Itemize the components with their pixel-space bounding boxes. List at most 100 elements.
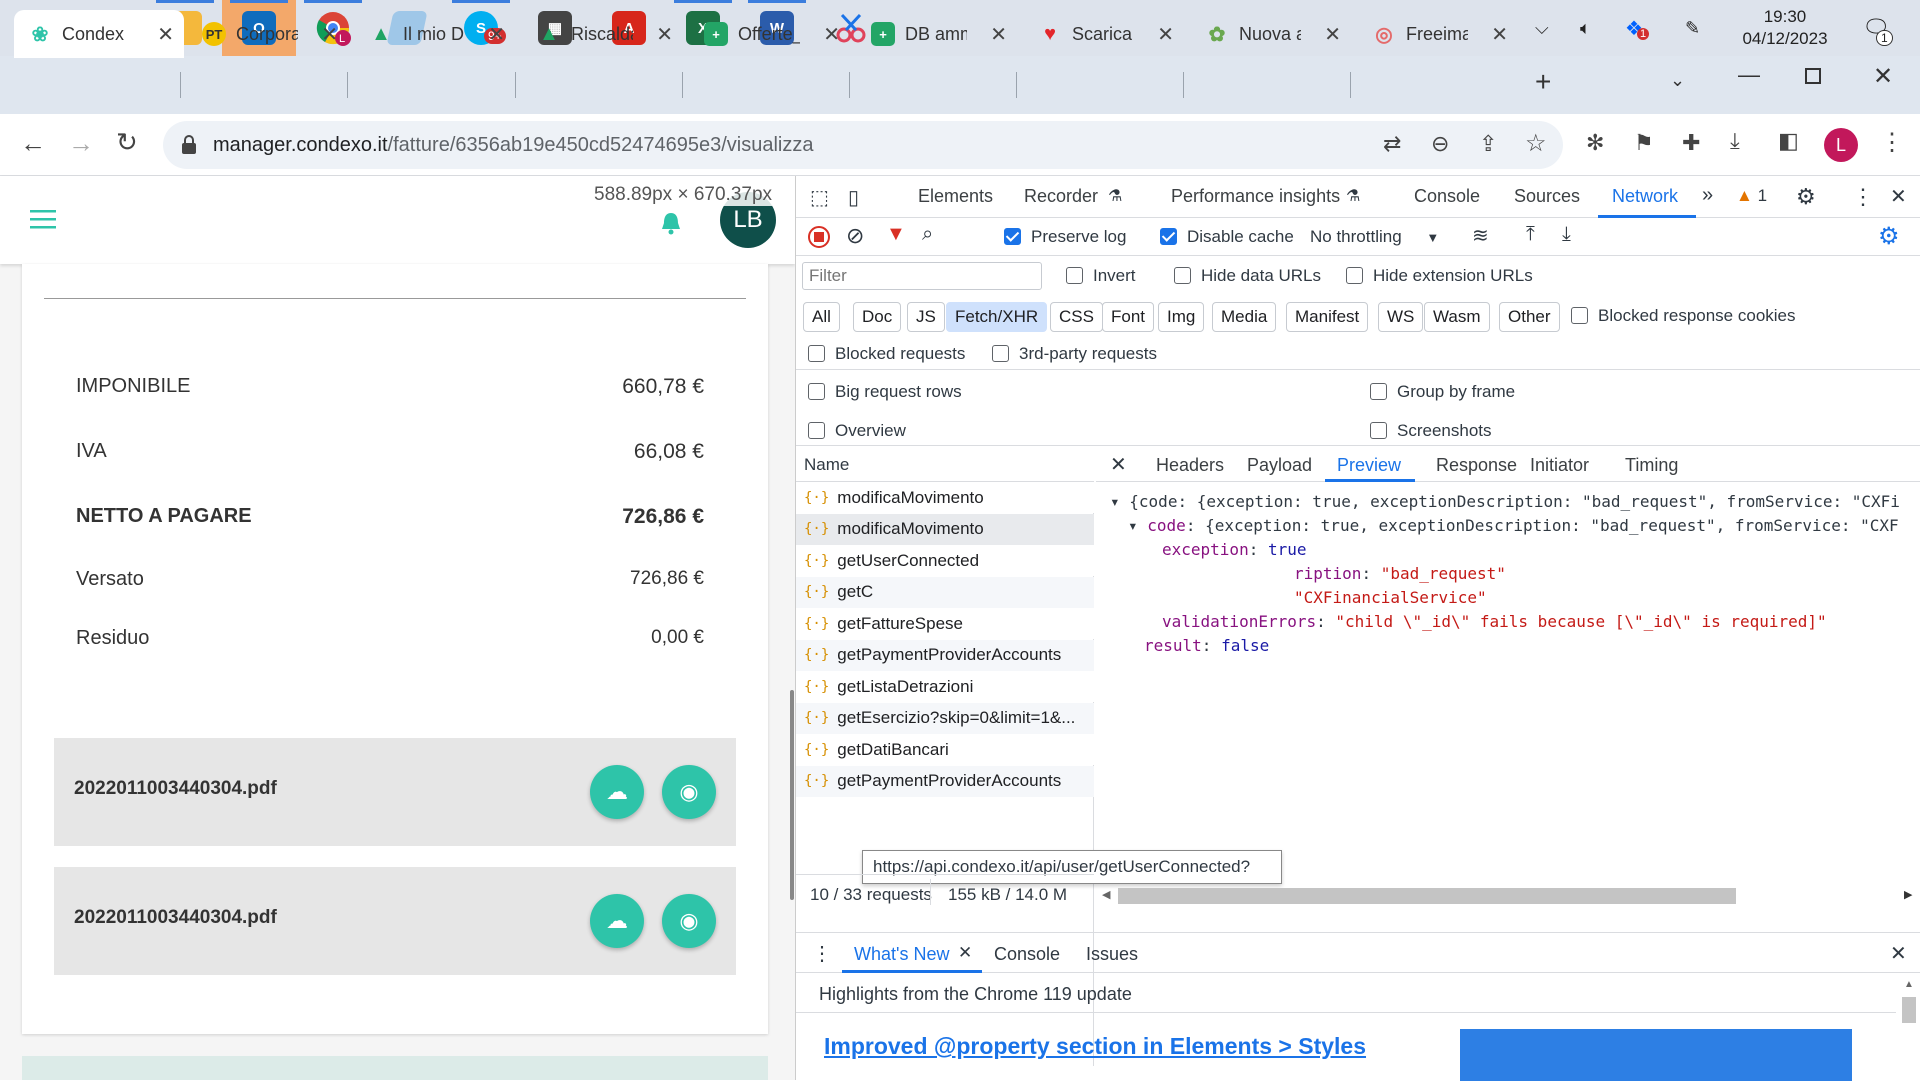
forward-icon[interactable]: → [68, 128, 94, 159]
side-panel-icon[interactable]: ◧ [1778, 128, 1799, 154]
browser-tab[interactable]: + Offerte_ ✕ [690, 10, 850, 58]
settings-gear-icon[interactable]: ⚙ [1796, 184, 1816, 210]
browser-tab[interactable]: ▲ Il mio Drive ✕ [355, 10, 515, 58]
request-row[interactable]: {·} getPaymentProviderAccounts [796, 765, 1094, 797]
download-button[interactable]: ☁ [590, 765, 644, 819]
resize-handle[interactable] [790, 690, 794, 900]
chrome-menu-icon[interactable]: ⋮ [1880, 128, 1904, 157]
detail-tab[interactable]: Payload [1247, 455, 1312, 476]
drawer-tab-console[interactable]: Console [994, 944, 1060, 965]
group-by-frame-checkbox[interactable]: Group by frame [1370, 382, 1515, 402]
download-har-icon[interactable]: ⤓ [1562, 223, 1571, 246]
tab-network[interactable]: Network [1612, 186, 1678, 207]
close-tab-icon[interactable]: ✕ [823, 22, 840, 47]
tab-search-chevron-icon[interactable]: ⌄ [1670, 70, 1685, 91]
detail-tab[interactable]: Timing [1625, 455, 1678, 476]
warning-icon[interactable]: ▲ 1 [1736, 186, 1767, 206]
scrollbar-thumb[interactable] [1118, 888, 1736, 904]
reload-icon[interactable]: ↻ [116, 127, 138, 158]
overview-checkbox[interactable]: Overview [808, 421, 906, 441]
type-filter-chip[interactable]: Other [1499, 302, 1560, 332]
close-drawer-icon[interactable]: ✕ [1890, 941, 1907, 966]
back-icon[interactable]: ← [20, 128, 46, 159]
throttling-select[interactable]: No throttling ▼ [1310, 227, 1439, 247]
clock[interactable]: 19:30 04/12/2023 [1730, 6, 1840, 50]
whats-new-headline-link[interactable]: Improved @property section in Elements >… [824, 1033, 1366, 1060]
close-tab-icon[interactable]: ✕ [1157, 22, 1174, 47]
minimize-button[interactable]: — [1738, 62, 1760, 88]
horizontal-scrollbar[interactable]: ◀ ▶ [1096, 884, 1920, 906]
tab-console[interactable]: Console [1414, 186, 1480, 207]
big-request-rows-checkbox[interactable]: Big request rows [808, 382, 962, 402]
address-bar[interactable]: manager.condexo.it/fatture/6356ab19e450c… [163, 121, 1563, 169]
filter-funnel-icon[interactable]: ▼ [886, 223, 906, 246]
type-filter-chip[interactable]: Fetch/XHR [946, 302, 1048, 332]
extension-paint-icon[interactable]: ⚑ [1634, 130, 1654, 156]
detail-tab[interactable]: Headers [1156, 455, 1224, 476]
hide-extension-urls-checkbox[interactable]: Hide extension URLs [1346, 266, 1533, 286]
browser-tab[interactable]: PT Corporate ✕ [188, 10, 348, 58]
tab-sources[interactable]: Sources [1514, 186, 1580, 207]
search-icon[interactable]: ⌕ [922, 223, 933, 246]
filter-input[interactable] [802, 262, 1042, 290]
request-row[interactable]: {·} getEsercizio?skip=0&limit=1&... [796, 702, 1094, 734]
maximize-button[interactable] [1805, 68, 1821, 84]
request-row[interactable]: {·} getFattureSpese [796, 608, 1094, 639]
type-filter-chip[interactable]: All [803, 302, 840, 332]
drawer-tab-issues[interactable]: Issues [1086, 944, 1138, 965]
browser-tab[interactable]: + DB amministrazione ✕ [857, 10, 1017, 58]
detail-tab[interactable]: Response [1436, 455, 1517, 476]
extension-bug-icon[interactable]: ✻ [1586, 130, 1604, 156]
request-row[interactable]: {·} modificaMovimento [796, 513, 1094, 545]
detail-tab[interactable]: Initiator [1530, 455, 1589, 476]
volume-icon[interactable]: 🔈︎ [1580, 0, 1591, 56]
request-row[interactable]: {·} getDatiBancari [796, 734, 1094, 765]
blocked-response-cookies-checkbox[interactable]: Blocked response cookies [1571, 306, 1796, 326]
device-toolbar-icon[interactable]: ▯ [848, 185, 859, 210]
clear-icon[interactable]: ⊘ [846, 223, 864, 249]
expand-triangle-icon[interactable]: ▾ [1128, 516, 1138, 535]
zoom-icon[interactable]: ⊖ [1431, 131, 1449, 157]
close-tab-icon[interactable]: ✕ [488, 22, 505, 47]
pen-icon[interactable]: ✎ [1685, 0, 1700, 56]
download-button[interactable]: ☁ [590, 894, 644, 948]
network-settings-gear-icon[interactable]: ⚙ [1878, 222, 1900, 251]
close-tab-icon[interactable]: ✕ [990, 22, 1007, 47]
scroll-right-icon[interactable]: ▶ [1904, 888, 1912, 901]
bookmark-star-icon[interactable]: ☆ [1525, 129, 1547, 158]
screenshots-checkbox[interactable]: Screenshots [1370, 421, 1492, 441]
preserve-log-checkbox[interactable]: Preserve log [1004, 227, 1126, 247]
expand-triangle-icon[interactable]: ▾ [1110, 492, 1120, 511]
request-row[interactable]: {·} getPaymentProviderAccounts [796, 639, 1094, 671]
upload-har-icon[interactable]: ⤒ [1526, 223, 1535, 246]
detail-tab[interactable]: Preview [1337, 455, 1401, 476]
type-filter-chip[interactable]: Manifest [1286, 302, 1369, 332]
drawer-scrollbar[interactable]: ▲ [1900, 977, 1918, 1081]
close-detail-icon[interactable]: ✕ [1110, 452, 1127, 477]
translate-icon[interactable]: ⇄ [1383, 131, 1401, 157]
browser-tab[interactable]: ❀ Condexo ✕ [14, 10, 184, 58]
share-icon[interactable]: ⇪ [1479, 131, 1497, 157]
drawer-menu-icon[interactable]: ⋮ [812, 941, 832, 966]
hamburger-menu-icon[interactable] [30, 210, 56, 230]
new-tab-button[interactable]: + [1535, 66, 1551, 98]
request-row[interactable]: {·} getListaDetrazioni [796, 671, 1094, 702]
tab-elements[interactable]: Elements [918, 186, 993, 207]
download-icon[interactable]: ⤓ [1730, 128, 1740, 154]
close-tab-icon[interactable]: ✕ [958, 943, 972, 963]
preview-tree[interactable]: ▾ {code: {exception: true, exceptionDesc… [1096, 482, 1920, 862]
type-filter-chip[interactable]: Doc [853, 302, 902, 332]
type-filter-chip[interactable]: Media [1212, 302, 1277, 332]
request-row[interactable]: {·} getC [796, 576, 1094, 608]
disable-cache-checkbox[interactable]: Disable cache [1160, 227, 1294, 247]
browser-tab[interactable]: ✿ Nuova app ✕ [1191, 10, 1351, 58]
extensions-puzzle-icon[interactable]: ✚ [1682, 130, 1700, 156]
notification-icon[interactable]: 🗨︎ 1 [1862, 0, 1893, 56]
tray-chevron-icon[interactable]: ⌵ [1535, 0, 1549, 56]
type-filter-chip[interactable]: WS [1378, 302, 1424, 332]
view-button[interactable]: ◉ [662, 894, 716, 948]
close-tab-icon[interactable]: ✕ [656, 22, 673, 47]
drawer-tab-whats-new[interactable]: What's New [854, 944, 949, 965]
third-party-checkbox[interactable]: 3rd-party requests [992, 344, 1157, 364]
close-window-button[interactable]: ✕ [1873, 62, 1893, 91]
